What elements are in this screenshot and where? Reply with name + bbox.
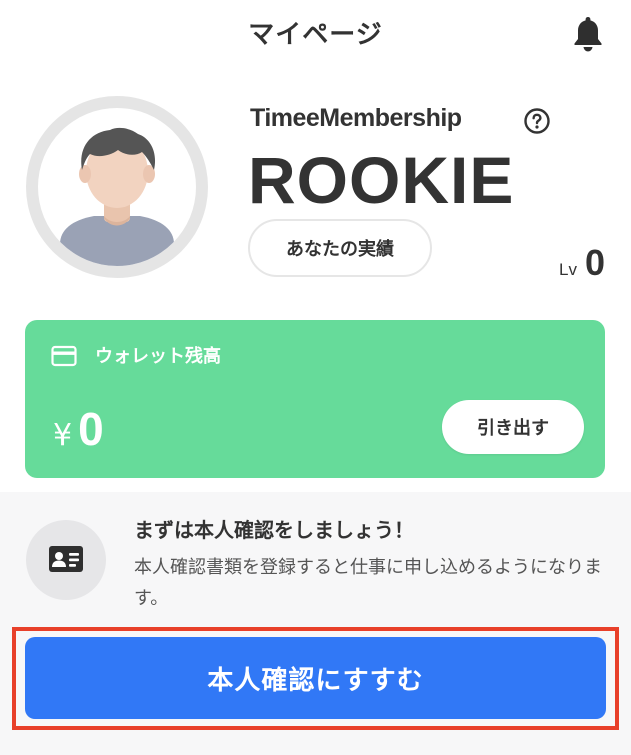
level-value: 0 bbox=[584, 242, 605, 283]
avatar[interactable] bbox=[26, 96, 208, 278]
withdraw-button[interactable]: 引き出す bbox=[442, 400, 584, 454]
membership-rank: ROOKIE bbox=[248, 143, 515, 217]
membership-label: TimeeMembership bbox=[250, 104, 462, 132]
credit-card-icon bbox=[51, 345, 77, 367]
avatar-image bbox=[38, 108, 196, 266]
level-prefix: Lv bbox=[559, 260, 577, 279]
bell-icon[interactable] bbox=[570, 14, 606, 54]
page-title: マイページ bbox=[248, 20, 383, 50]
identity-title: まずは本人確認をしましょう！ bbox=[134, 518, 414, 542]
balance-value: 0 bbox=[78, 403, 104, 455]
question-circle-icon[interactable] bbox=[523, 107, 551, 135]
identity-description: 本人確認書類を登録すると仕事に申し込めるようになります。 bbox=[134, 557, 602, 609]
id-card-icon bbox=[26, 520, 106, 600]
currency-symbol: ¥ bbox=[53, 418, 73, 453]
proceed-identity-verification-button[interactable]: 本人確認にすすむ bbox=[25, 637, 606, 719]
achievements-button[interactable]: あなたの実績 bbox=[248, 219, 432, 277]
wallet-card[interactable]: ウォレット残高 ¥ 0 引き出す bbox=[25, 320, 605, 478]
level-indicator: Lv 0 bbox=[559, 242, 605, 284]
wallet-balance: ¥ 0 bbox=[53, 402, 104, 456]
my-page: マイページ TimeeMembership ROOKIE あなたの実績 Lv 0… bbox=[0, 0, 631, 755]
wallet-label: ウォレット残高 bbox=[95, 346, 221, 367]
header: マイページ bbox=[0, 0, 631, 66]
